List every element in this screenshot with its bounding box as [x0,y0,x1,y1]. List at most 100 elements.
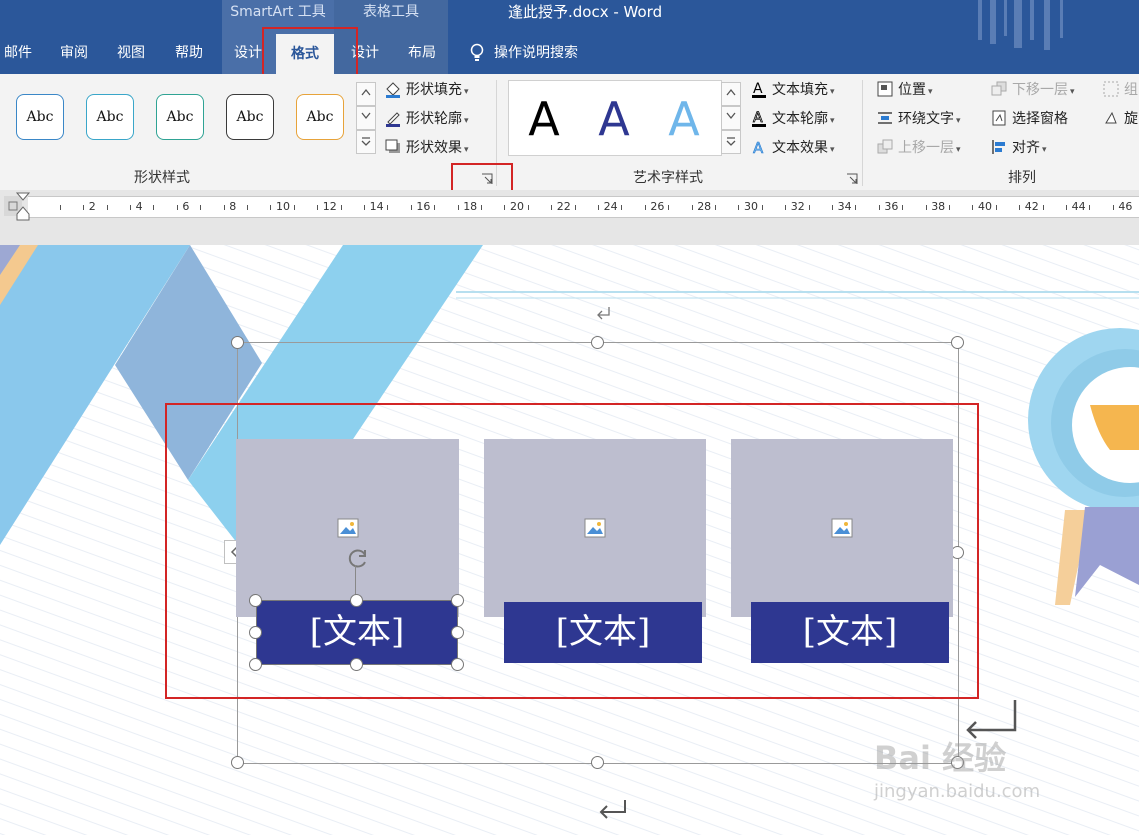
wordart-preset-blue[interactable]: A [589,91,639,147]
title-decoration [990,0,996,44]
dropdown-caret-icon: ▾ [830,145,835,155]
text-effects-icon: A [753,139,765,156]
ruler-tick [878,205,880,210]
resize-handle[interactable] [951,336,964,349]
text-fill-icon: A [752,81,766,98]
ruler-tick [59,205,61,210]
ruler-tick [527,205,529,210]
ruler-tick [855,205,857,210]
chevron-down-icon [726,112,736,120]
shape-fill-button[interactable]: 形状填充 ▾ [384,78,469,102]
ruler-tick [995,205,997,210]
context-label-smartart: SmartArt 工具 [230,4,326,20]
resize-handle[interactable] [231,336,244,349]
ruler-number: 34 [837,200,852,213]
ruler-tick [738,205,740,210]
ruler-tick [948,205,950,210]
ruler-tick [972,205,974,210]
svg-text:A: A [753,110,763,126]
ruler-tick [387,205,389,210]
ruler-tick [340,205,342,210]
wrap-text-button[interactable]: 环绕文字 ▾ [876,107,961,131]
gallery-more-button[interactable] [356,130,376,154]
ruler-tick [223,205,225,210]
dialog-launcher-icon[interactable] [846,173,858,185]
ruler-tick [668,205,670,210]
title-bar: SmartArt 工具 表格工具 逢此授予.docx - Word 邮件 审阅 … [0,0,1139,74]
ruler-tick [691,205,693,210]
ruler-tick [1042,205,1044,210]
indent-marker-icon[interactable] [15,192,31,222]
ruler-number: 38 [931,200,946,213]
rotate-button[interactable]: 旋 [1102,107,1138,131]
ruler-number: 8 [229,200,237,213]
align-button[interactable]: 对齐 ▾ [990,136,1047,160]
wordart-gallery-up-button[interactable] [721,82,741,106]
tab-review[interactable]: 审阅 [54,40,94,66]
group-button[interactable]: 组 [1102,78,1138,102]
dropdown-caret-icon: ▾ [464,87,469,97]
bring-forward-button[interactable]: 上移一层 ▾ [876,136,961,160]
ruler-number: 16 [416,200,431,213]
dropdown-caret-icon: ▾ [956,145,961,155]
watermark-brand: Bai 经验 [874,739,1007,777]
tell-me-search[interactable]: 操作说明搜索 [494,40,604,66]
dropdown-caret-icon: ▾ [464,116,469,126]
shape-style-preset[interactable]: Abc [226,94,274,140]
tab-table-layout[interactable]: 布局 [400,40,444,66]
tab-view[interactable]: 视图 [110,40,152,66]
ruler-tick [83,205,85,210]
window-title: 逢此授予.docx - Word [508,3,663,21]
horizontal-ruler[interactable]: 2 4 6 8 10 12 14 16 18 20 22 24 26 28 30 32 34 36 38 40 42 44… [28,196,1139,218]
ruler-number: 30 [744,200,758,213]
ruler-tick [293,205,295,210]
ruler-number: 6 [182,200,190,213]
title-decoration [1014,0,1022,48]
group-label-shape-styles: 形状样式 [134,170,190,186]
position-button[interactable]: 位置 ▾ [876,78,933,102]
ruler-tick [644,205,646,210]
ruler-tick [480,205,482,210]
ruler-tick [925,205,927,210]
title-decoration [1060,0,1063,38]
wordart-preset-black[interactable]: A [519,91,569,147]
shape-style-preset[interactable]: Abc [296,94,344,140]
dropdown-caret-icon: ▾ [928,87,933,97]
position-icon [877,81,893,97]
ruler-number: 2 [88,200,96,213]
send-backward-button[interactable]: 下移一层 ▾ [990,78,1075,102]
selection-pane-button[interactable]: 选择窗格 [990,107,1068,131]
gallery-up-button[interactable] [356,82,376,106]
svg-text:A: A [753,81,763,97]
ruler-tick [153,205,155,210]
watermark-url: jingyan.baidu.com [874,781,1041,802]
shape-outline-button[interactable]: 形状轮廓 ▾ [384,107,469,131]
resize-handle[interactable] [591,336,604,349]
chevron-up-icon [726,88,736,96]
ruler-number: 36 [884,200,899,213]
ruler-tick [410,205,412,210]
text-fill-button[interactable]: A 文本填充 ▾ [750,78,835,102]
ruler-number: 44 [1071,200,1086,213]
resize-handle[interactable] [231,756,244,769]
tab-mailings[interactable]: 邮件 [0,40,36,66]
ruler-tick [1089,205,1091,210]
shape-style-preset[interactable]: Abc [16,94,64,140]
ruler-number: 40 [978,200,992,213]
align-icon [992,140,1005,154]
wordart-gallery-more-button[interactable] [721,130,741,154]
resize-handle[interactable] [591,756,604,769]
shape-style-preset[interactable]: Abc [86,94,134,140]
text-effects-button[interactable]: A 文本效果 ▾ [750,136,835,160]
shape-style-preset[interactable]: Abc [156,94,204,140]
text-outline-button[interactable]: A 文本轮廓 ▾ [750,107,835,131]
tab-help[interactable]: 帮助 [168,40,210,66]
wrap-text-icon [878,112,892,124]
wordart-gallery-down-button[interactable] [721,106,741,130]
ruler-tick [621,205,623,210]
title-decoration [978,0,982,40]
wordart-preset-light-blue[interactable]: A [659,91,709,147]
shape-effects-button[interactable]: 形状效果 ▾ [384,136,469,160]
highlight-smartart [165,403,979,699]
gallery-down-button[interactable] [356,106,376,130]
